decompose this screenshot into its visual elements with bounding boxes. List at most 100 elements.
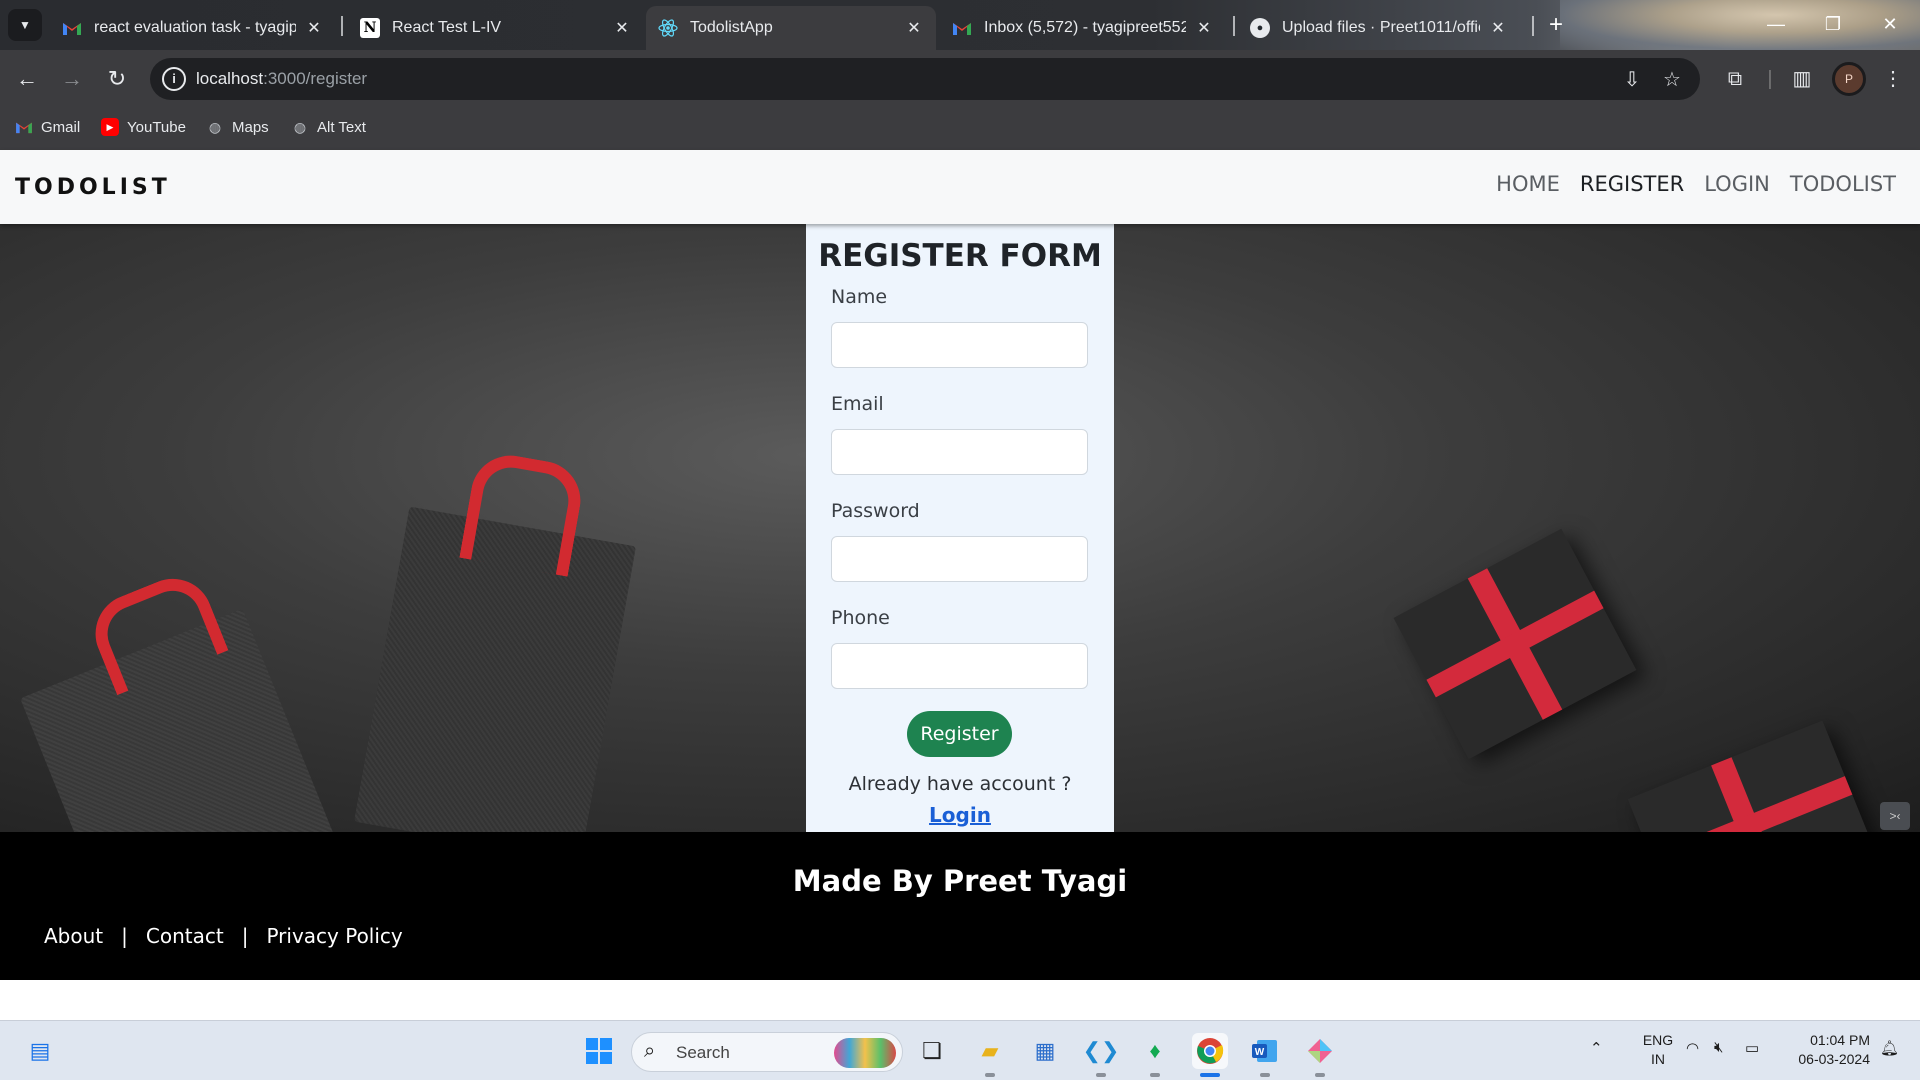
language-code: ENG [1642,1032,1674,1048]
clock-time: 01:04 PM [1810,1032,1870,1048]
bookmarks-bar: Gmail ▶ YouTube ◍ Maps ◍ Alt Text [0,108,1920,150]
active-indicator [1200,1073,1220,1077]
running-indicator [985,1073,995,1077]
gmail-icon [15,118,33,136]
brand-logo[interactable]: TODOLIST [15,175,171,200]
already-have-account-text: Already have account ? [848,773,1072,795]
login-link[interactable]: Login [806,803,1114,827]
search-highlight-image [834,1038,896,1068]
ribbon-image [1426,590,1604,698]
widgets-icon[interactable]: ▤ [22,1033,58,1069]
new-tab-button[interactable]: + [1542,12,1570,40]
feedback-icon[interactable]: >‹ [1880,802,1910,830]
tab-title: react evaluation task - tyagipreet552@gm… [94,19,296,36]
microsoft-store-icon[interactable]: ▦ [1027,1033,1063,1069]
email-input[interactable] [831,429,1088,475]
language-indicator[interactable]: ENG IN [1636,1031,1680,1069]
close-icon[interactable]: ✕ [904,18,924,38]
ribbon-image [1650,776,1853,832]
clock-date: 06-03-2024 [1798,1051,1870,1067]
browser-tab-3-active[interactable]: TodolistApp ✕ [646,6,936,50]
phone-input[interactable] [831,643,1088,689]
close-icon[interactable]: ✕ [612,18,632,38]
side-panel-icon[interactable]: ▥ [1787,64,1817,94]
phone-label: Phone [831,607,890,629]
youtube-icon: ▶ [101,118,119,136]
tab-divider [341,16,343,36]
footer-link-contact[interactable]: Contact [146,924,224,948]
back-button[interactable]: ← [12,64,42,94]
close-icon[interactable]: ✕ [304,18,324,38]
web-page: TODOLIST HOME REGISTER LOGIN TODOLIST RE… [0,150,1920,1020]
region-code: IN [1651,1051,1665,1067]
tab-title: TodolistApp [690,19,773,36]
tab-title: Inbox (5,572) - tyagipreet552@gmail.com [984,19,1186,36]
running-indicator [1096,1073,1106,1077]
tab-title: Upload files · Preet1011/officeassignmen… [1282,19,1480,36]
reload-button[interactable]: ↻ [102,64,132,94]
bookmark-maps[interactable]: ◍ Maps [206,118,269,136]
nav-link-home[interactable]: HOME [1496,172,1560,196]
name-input[interactable] [831,322,1088,368]
nav-link-todolist[interactable]: TODOLIST [1790,172,1896,196]
wifi-icon[interactable]: ◠ [1686,1039,1699,1057]
close-window-button[interactable]: ✕ [1870,10,1910,38]
close-icon[interactable]: ✕ [1488,18,1508,38]
profile-avatar[interactable]: P [1832,62,1866,96]
chrome-icon[interactable] [1192,1033,1228,1069]
bookmark-label: Maps [232,118,269,136]
word-icon[interactable]: W [1247,1033,1283,1069]
reload-icon: ↻ [107,66,127,91]
mongodb-compass-icon[interactable]: ♦ [1137,1033,1173,1069]
react-icon [658,18,678,38]
vscode-icon[interactable]: ❮❯ [1083,1033,1120,1069]
globe-icon: ◍ [293,118,307,135]
browser-tab-4[interactable]: Inbox (5,572) - tyagipreet552@gmail.com … [940,6,1226,50]
file-explorer-icon[interactable]: ▰ [972,1033,1008,1069]
windows-start-icon[interactable] [581,1033,617,1069]
tab-title: React Test L-IV [392,19,502,36]
taskbar-search-box[interactable]: ⌕ Search [631,1032,903,1072]
footer-link-about[interactable]: About [44,924,103,948]
bookmark-alt-text[interactable]: ◍ Alt Text [291,118,366,136]
site-navbar: TODOLIST HOME REGISTER LOGIN TODOLIST [0,150,1920,224]
more-menu-icon[interactable]: ⋮ [1878,64,1908,94]
site-info-icon[interactable]: i [162,67,186,91]
nav-link-login[interactable]: LOGIN [1704,172,1770,196]
close-icon[interactable]: ✕ [1194,18,1214,38]
footer-links: About | Contact | Privacy Policy [44,924,403,948]
password-input[interactable] [831,536,1088,582]
tab-search-button[interactable]: ▼ [8,9,42,41]
forward-button[interactable]: → [57,64,87,94]
clock[interactable]: 01:04 PM 06-03-2024 [1780,1031,1870,1069]
bookmark-youtube[interactable]: ▶ YouTube [101,118,186,136]
speaker-muted-icon[interactable]: 🔇︎ [1714,1039,1723,1056]
bookmark-gmail[interactable]: Gmail [15,118,80,136]
minimize-button[interactable]: — [1756,10,1796,38]
site-footer: Made By Preet Tyagi About | Contact | Pr… [0,832,1920,980]
browser-tab-5[interactable]: ● Upload files · Preet1011/officeassignm… [1238,6,1520,50]
task-view-icon[interactable]: ❏ [914,1033,950,1069]
tabstrip-theme-background [1560,0,1920,50]
register-button[interactable]: Register [907,711,1012,757]
url-text[interactable]: localhost:3000/register [196,69,367,89]
nav-links: HOME REGISTER LOGIN TODOLIST [1496,172,1896,196]
browser-tab-1[interactable]: react evaluation task - tyagipreet552@gm… [50,6,336,50]
battery-icon[interactable]: ▭ [1745,1039,1759,1057]
app-colorful-icon[interactable] [1302,1033,1338,1069]
extensions-icon[interactable]: ⧉ [1720,64,1750,94]
bookmark-label: Alt Text [317,118,366,136]
plus-icon: + [1548,11,1563,38]
nav-link-register[interactable]: REGISTER [1580,172,1684,196]
restore-button[interactable]: ❐ [1813,10,1853,38]
notification-bell-icon[interactable]: 🔔︎ [1880,1039,1899,1057]
footer-separator: | [121,924,128,948]
bookmark-label: YouTube [127,118,186,136]
bookmark-star-icon[interactable]: ☆ [1660,68,1684,92]
footer-link-privacy-policy[interactable]: Privacy Policy [266,924,402,948]
browser-tab-2[interactable]: N React Test L-IV ✕ [348,6,644,50]
install-app-icon[interactable]: ⇩ [1620,68,1644,92]
arrow-left-icon: ← [16,66,38,91]
address-bar[interactable]: i localhost:3000/register ⇩ ☆ [150,58,1700,100]
chevron-up-icon[interactable]: ⌃ [1590,1039,1603,1057]
